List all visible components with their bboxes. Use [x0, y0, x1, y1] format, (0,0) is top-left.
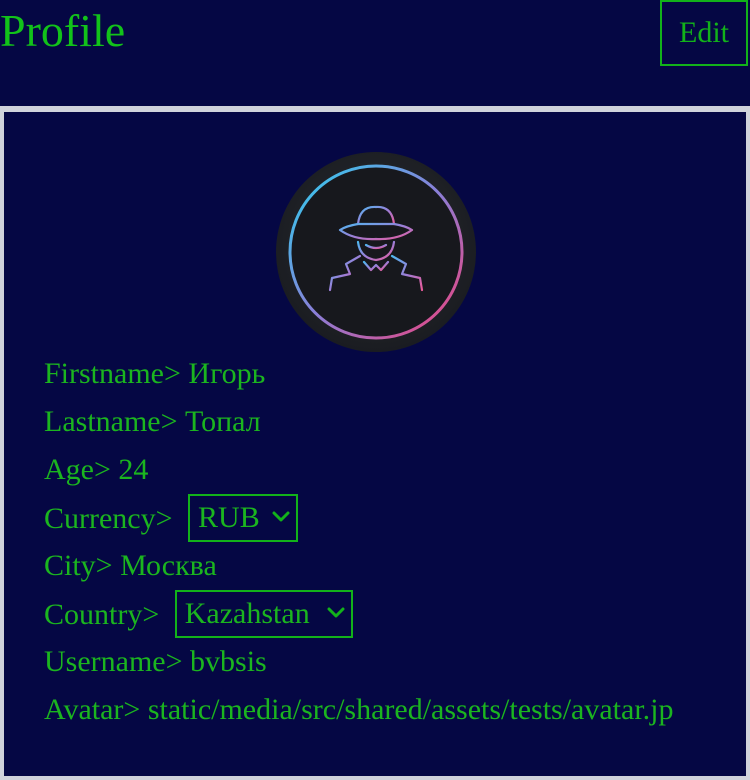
- avatar: [276, 152, 476, 352]
- firstname-label: Firstname>: [44, 357, 181, 390]
- city-label: City>: [44, 549, 113, 582]
- lastname-value: Топал: [185, 405, 261, 438]
- chevron-down-icon: [272, 511, 290, 522]
- username-value: bvbsis: [190, 645, 267, 678]
- country-selected-value: Kazahstan: [184, 597, 310, 630]
- page-header: Profile Edit: [0, 0, 750, 106]
- spy-hat-avatar-icon: [288, 164, 464, 340]
- chevron-down-icon: [327, 607, 345, 618]
- city-row: City> Москва: [44, 548, 217, 584]
- currency-row: Currency> RUB: [44, 494, 299, 542]
- page-title: Profile: [0, 5, 126, 56]
- edit-button[interactable]: Edit: [660, 0, 748, 66]
- age-value: 24: [118, 453, 149, 486]
- country-row: Country> Kazahstan: [44, 590, 353, 638]
- avatar-row: Avatar> static/media/src/shared/assets/t…: [44, 692, 700, 728]
- lastname-row: Lastname> Топал: [44, 404, 261, 440]
- firstname-row: Firstname> Игорь: [44, 356, 265, 392]
- lastname-label: Lastname>: [44, 405, 178, 438]
- currency-label: Currency>: [44, 501, 173, 535]
- age-row: Age> 24: [44, 452, 148, 488]
- city-value: Москва: [120, 549, 217, 582]
- country-label: Country>: [44, 597, 160, 631]
- age-label: Age>: [44, 453, 111, 486]
- avatar-label: Avatar>: [44, 693, 141, 726]
- username-row: Username> bvbsis: [44, 644, 267, 680]
- username-label: Username>: [44, 645, 183, 678]
- country-select[interactable]: Kazahstan: [174, 590, 353, 638]
- firstname-value: Игорь: [188, 357, 266, 390]
- currency-selected-value: RUB: [198, 501, 260, 534]
- profile-card: Firstname> Игорь Lastname> Топал Age> 24…: [4, 112, 746, 776]
- currency-select[interactable]: RUB: [188, 494, 299, 542]
- avatar-path-value: static/media/src/shared/assets/tests/ava…: [147, 693, 674, 726]
